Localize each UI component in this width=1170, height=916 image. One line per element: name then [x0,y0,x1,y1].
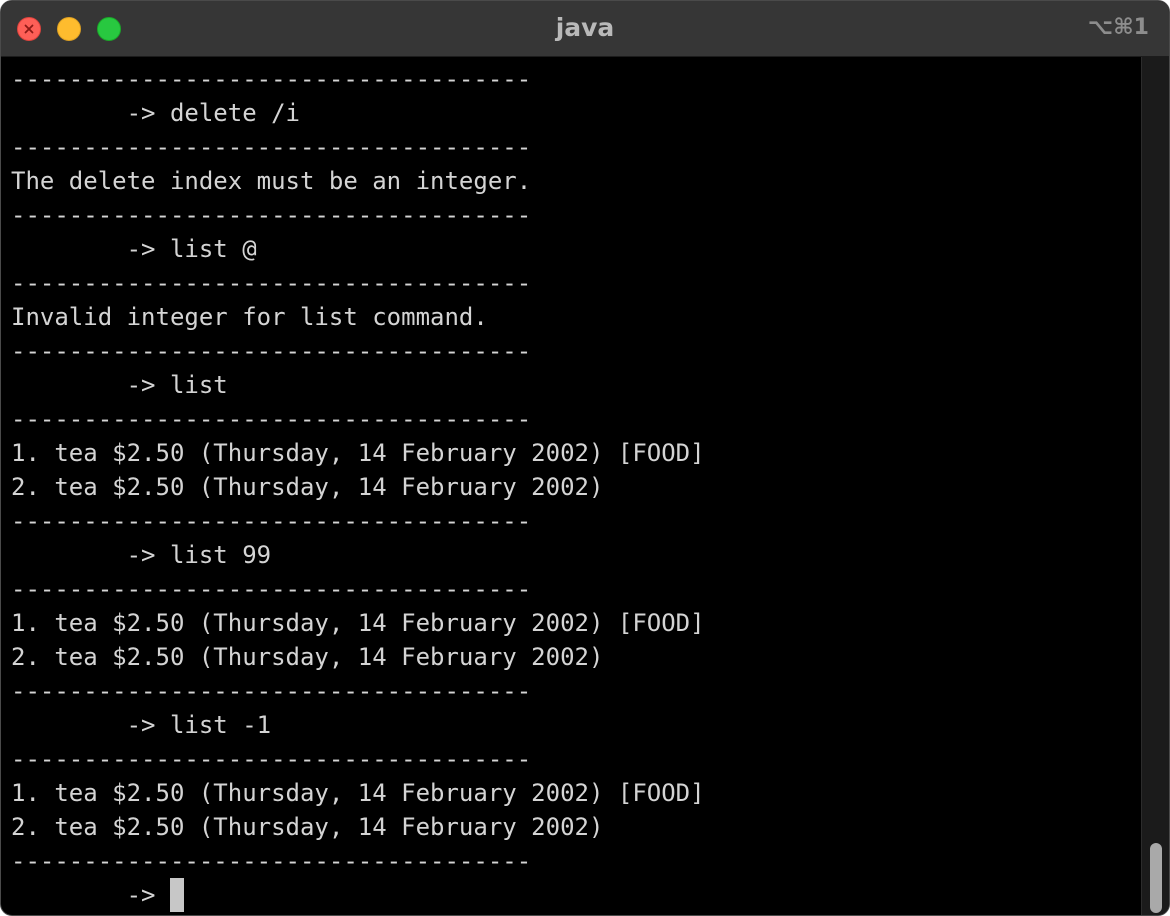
terminal-line: ------------------------------------ [11,133,532,161]
terminal-line: Invalid integer for list command. [11,303,488,331]
terminal-line: 2. tea $2.50 (Thursday, 14 February 2002… [11,813,604,841]
terminal-line: ------------------------------------ [11,507,532,535]
terminal-line: -> list -1 [11,711,272,739]
title-bar[interactable]: java ⌥⌘1 [1,1,1169,57]
terminal-line: ------------------------------------ [11,405,532,433]
scroll-thumb[interactable] [1150,843,1162,913]
terminal-line: 1. tea $2.50 (Thursday, 14 February 2002… [11,609,705,637]
terminal-line: ------------------------------------ [11,65,532,93]
terminal-output[interactable]: ------------------------------------ -> … [1,57,1141,915]
terminal-line: -> list @ [11,235,257,263]
terminal-line: -> list 99 [11,541,272,569]
prompt-text: -> [11,881,170,909]
terminal-line: ------------------------------------ [11,201,532,229]
terminal-line: The delete index must be an integer. [11,167,532,195]
terminal-window: java ⌥⌘1 -------------------------------… [0,0,1170,916]
terminal-line: ------------------------------------ [11,847,532,875]
scrollbar[interactable] [1141,57,1169,915]
terminal-line: ------------------------------------ [11,677,532,705]
window-title: java [555,13,615,42]
terminal-line: 2. tea $2.50 (Thursday, 14 February 2002… [11,643,604,671]
terminal-line: 1. tea $2.50 (Thursday, 14 February 2002… [11,779,705,807]
terminal-line: ------------------------------------ [11,575,532,603]
text-cursor [169,878,184,912]
terminal-line: -> list [11,371,228,399]
terminal-line: ------------------------------------ [11,269,532,297]
prompt-line[interactable]: -> [11,878,705,912]
terminal-line: ------------------------------------ [11,745,532,773]
terminal-line: ------------------------------------ [11,337,532,365]
terminal-lines: ------------------------------------ -> … [11,62,705,912]
terminal-line: -> delete /i [11,99,300,127]
terminal-line: 1. tea $2.50 (Thursday, 14 February 2002… [11,439,705,467]
terminal-line: 2. tea $2.50 (Thursday, 14 February 2002… [11,473,604,501]
window-shortcut-label: ⌥⌘1 [1087,15,1149,40]
